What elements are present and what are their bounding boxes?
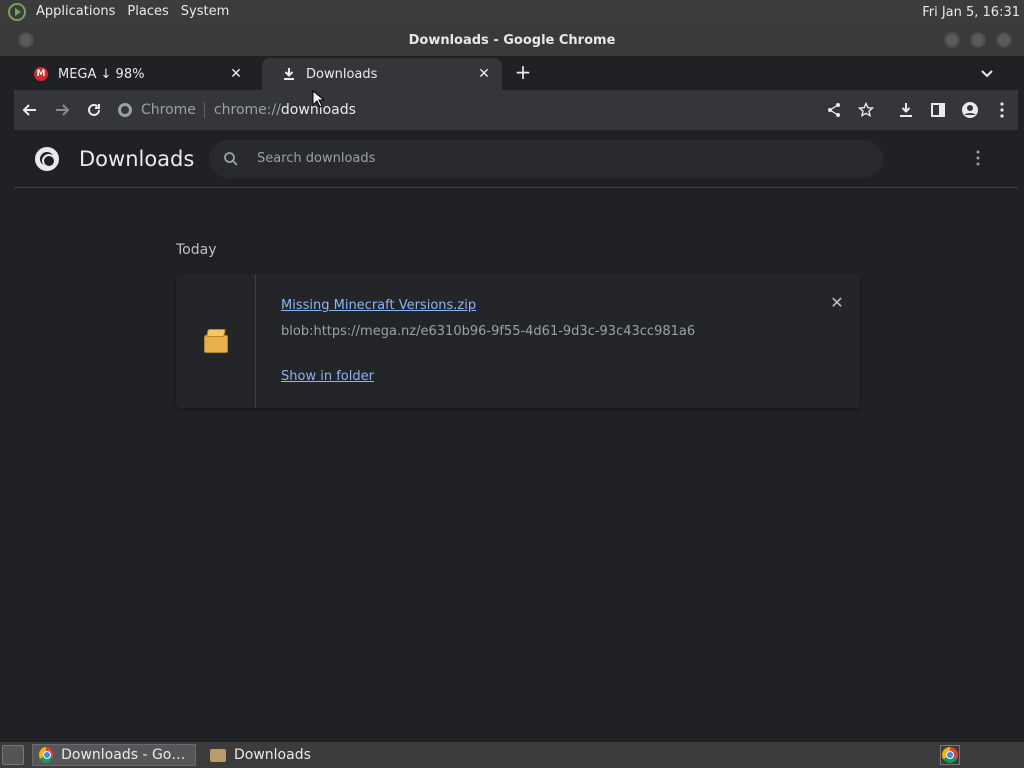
task-label: Downloads - Googl...	[61, 747, 189, 763]
taskbar-item-downloads-folder[interactable]: Downloads	[204, 744, 317, 766]
side-panel-button[interactable]	[922, 94, 954, 126]
minimize-button[interactable]	[944, 32, 960, 48]
top-panel: Applications Places System Fri Jan 5, 16…	[0, 0, 1024, 24]
archive-file-icon	[203, 328, 229, 354]
reload-button[interactable]	[78, 94, 110, 126]
chrome-icon	[118, 103, 132, 117]
download-icon	[282, 67, 296, 81]
search-downloads-box[interactable]	[209, 139, 883, 178]
profile-button[interactable]	[954, 94, 986, 126]
tab-mega[interactable]: M MEGA ↓ 98% ✕	[14, 58, 254, 90]
mouse-cursor-icon	[312, 90, 324, 108]
tray-chrome-icon[interactable]	[940, 745, 960, 765]
show-in-folder-link[interactable]: Show in folder	[281, 369, 374, 384]
chip-label: Chrome	[141, 102, 196, 118]
file-source-url: blob:https://mega.nz/e6310b96-9f55-4d61-…	[281, 324, 696, 339]
places-menu[interactable]: Places	[121, 0, 174, 24]
window-title: Downloads - Google Chrome	[408, 32, 616, 48]
browser-toolbar: Chrome chrome://downloads	[14, 90, 1018, 130]
tab-label: MEGA ↓ 98%	[58, 66, 145, 82]
tab-label: Downloads	[306, 66, 378, 82]
chrome-menu-button[interactable]	[986, 94, 1018, 126]
tab-strip: M MEGA ↓ 98% ✕ Downloads ✕ +	[0, 56, 1024, 90]
close-window-button[interactable]	[996, 32, 1012, 48]
search-input[interactable]	[257, 151, 857, 166]
site-info-chip[interactable]: Chrome	[118, 102, 205, 118]
maximize-button[interactable]	[970, 32, 986, 48]
forward-button[interactable]	[46, 94, 78, 126]
new-tab-button[interactable]: +	[512, 62, 534, 84]
remove-from-list-icon[interactable]: ✕	[828, 294, 846, 312]
download-item: Missing Minecraft Versions.zip blob:http…	[176, 274, 860, 408]
window-menu-button[interactable]	[18, 32, 34, 48]
back-button[interactable]	[14, 94, 46, 126]
chrome-logo-icon	[35, 146, 59, 171]
downloads-button[interactable]	[890, 94, 922, 126]
address-bar[interactable]: Chrome chrome://downloads	[118, 95, 810, 125]
tab-downloads[interactable]: Downloads ✕	[262, 58, 502, 90]
clock[interactable]: Fri Jan 5, 16:31	[922, 5, 1024, 20]
close-tab-icon[interactable]: ✕	[228, 66, 244, 82]
file-icon-column	[176, 274, 256, 408]
system-menu[interactable]: System	[175, 0, 235, 24]
bottom-taskbar: Downloads - Googl... Downloads	[0, 742, 1024, 768]
url-scheme: chrome://	[213, 102, 281, 118]
share-button[interactable]	[818, 94, 850, 126]
chrome-window: Downloads - Google Chrome M MEGA ↓ 98% ✕…	[0, 24, 1024, 742]
close-tab-icon[interactable]: ✕	[476, 66, 492, 82]
downloads-page: Downloads Today Missing Minecraft Versio…	[14, 130, 1018, 742]
window-titlebar[interactable]: Downloads - Google Chrome	[0, 24, 1024, 56]
tab-search-chevron-icon[interactable]	[978, 64, 996, 82]
more-actions-icon[interactable]	[976, 150, 992, 168]
bookmark-star-button[interactable]	[850, 94, 882, 126]
applications-menu[interactable]: Applications	[30, 0, 121, 24]
task-label: Downloads	[234, 747, 311, 763]
taskbar-item-chrome[interactable]: Downloads - Googl...	[32, 744, 196, 766]
chrome-icon	[39, 747, 54, 763]
file-name-link[interactable]: Missing Minecraft Versions.zip	[281, 298, 476, 313]
mega-icon: M	[34, 67, 48, 81]
distro-logo-icon[interactable]	[8, 3, 26, 21]
search-icon	[224, 151, 238, 166]
page-title: Downloads	[79, 146, 195, 171]
folder-icon	[210, 748, 226, 762]
show-desktop-button[interactable]	[2, 745, 24, 765]
download-info: Missing Minecraft Versions.zip blob:http…	[256, 274, 860, 408]
downloads-header: Downloads	[14, 130, 1018, 188]
date-group-heading: Today	[176, 242, 217, 258]
mega-favicon-letter: M	[34, 67, 48, 81]
